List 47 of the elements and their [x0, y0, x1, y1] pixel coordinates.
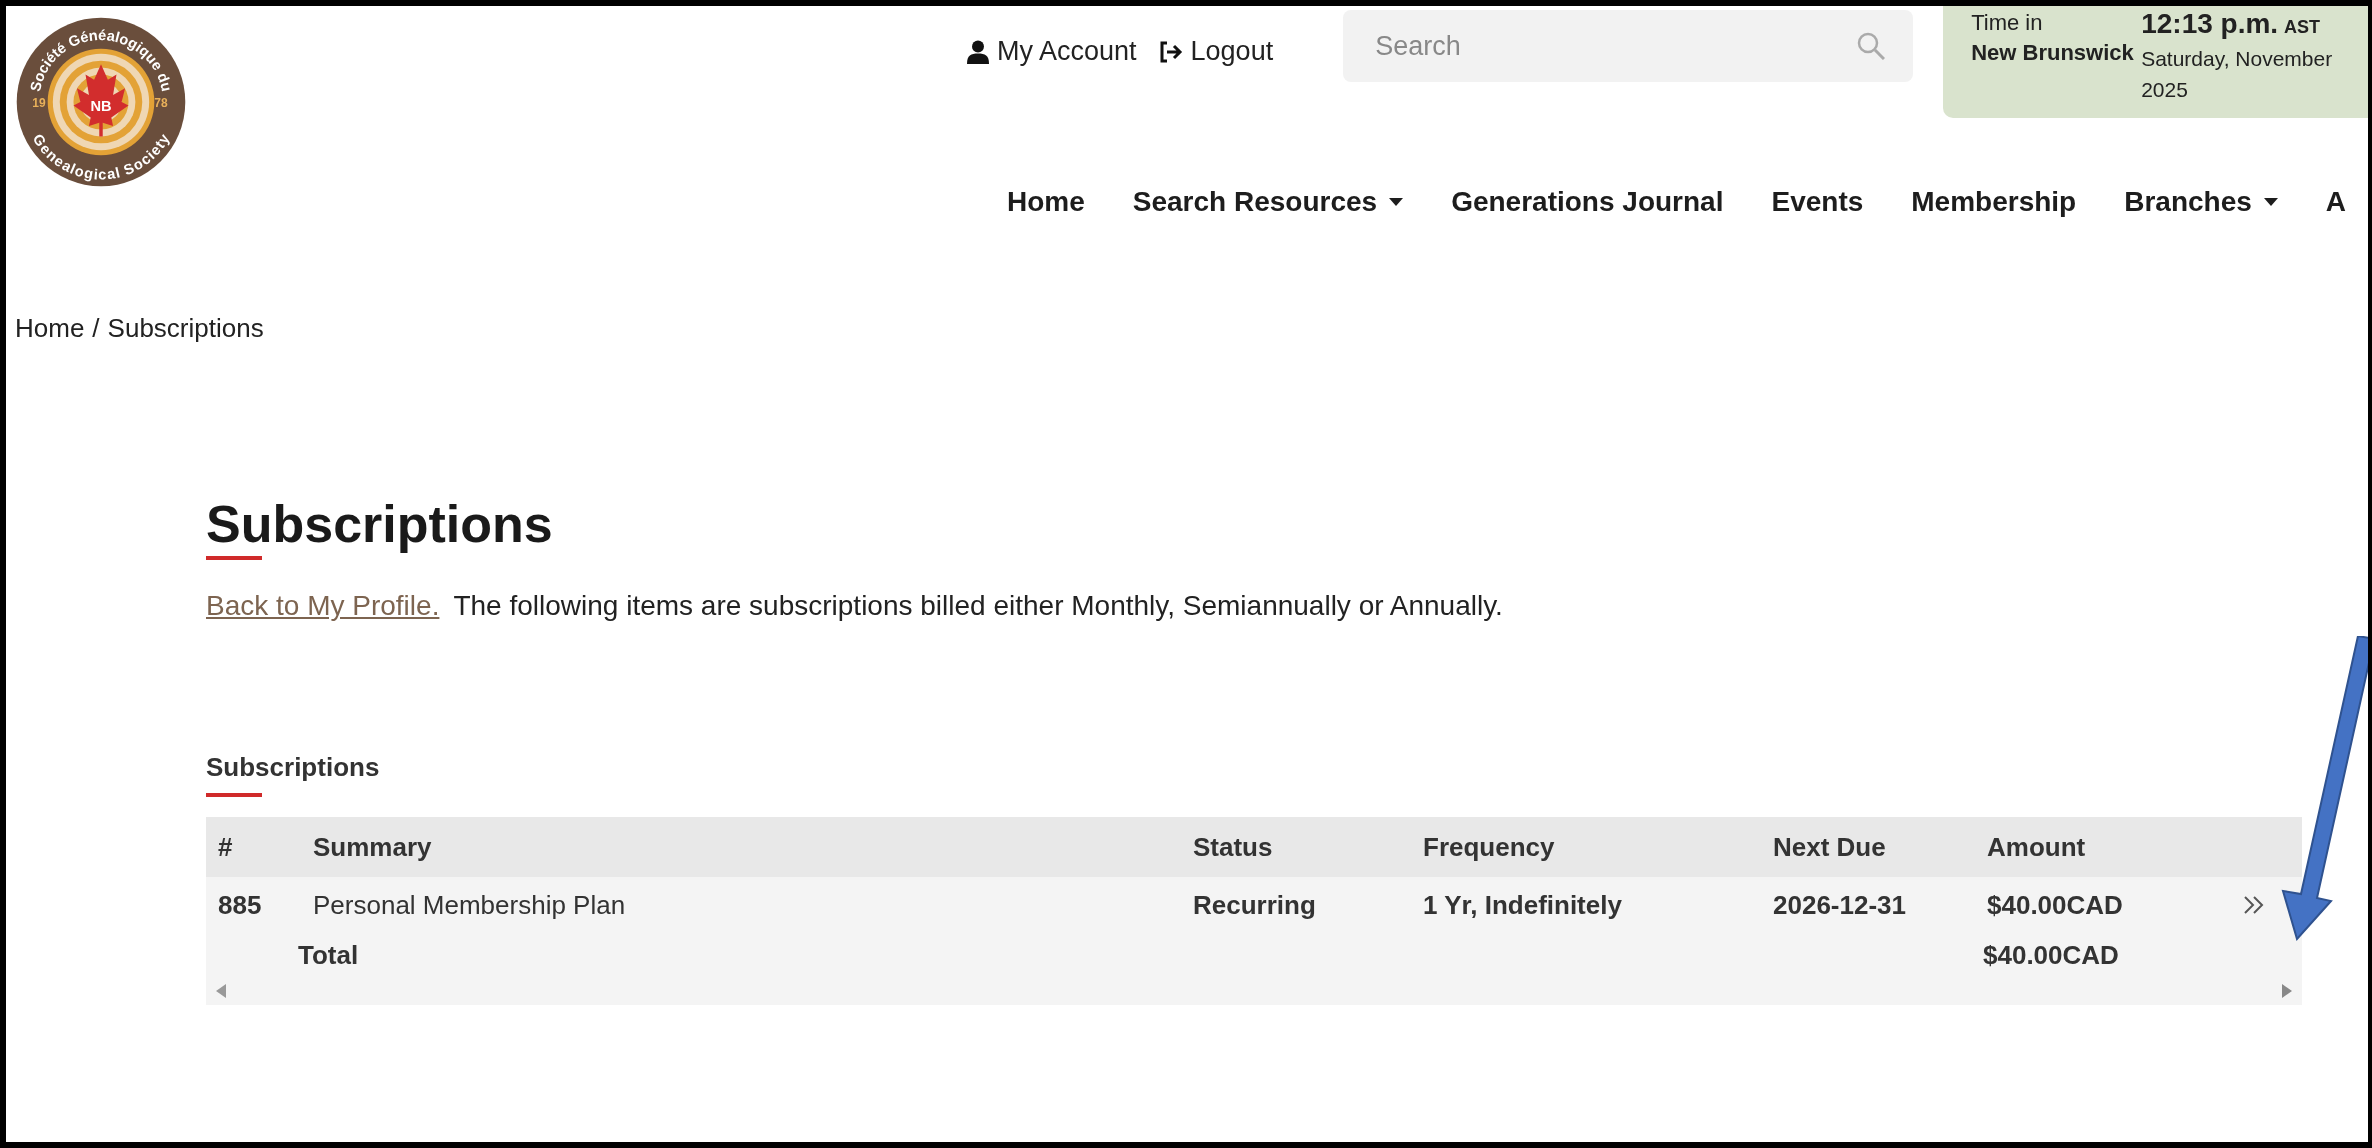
breadcrumb-current: Subscriptions: [107, 313, 264, 344]
logout-link[interactable]: Logout: [1158, 36, 1274, 67]
clock-label: Time in: [1971, 9, 2044, 37]
clock-zone: AST: [2284, 17, 2321, 37]
clock-time: 12:13 p.m.: [2141, 8, 2279, 39]
intro-text: The following items are subscriptions billed either Monthly, Semiannually or Annually.: [453, 590, 1503, 622]
total-amount: $40.00CAD: [1983, 938, 2120, 972]
table-cell-text: 885: [217, 888, 263, 922]
column-header: Status: [1193, 830, 1274, 864]
column-header: #: [217, 830, 234, 864]
person-icon: [967, 39, 989, 64]
nav-link[interactable]: Search Resources: [1132, 186, 1404, 218]
search-icon: [1857, 32, 1886, 60]
clock-region: New Brunswick: [1971, 39, 2135, 67]
column-header: Next Due: [1773, 830, 1887, 864]
logo-badge-text: NB: [90, 98, 112, 115]
total-label: Total: [298, 938, 360, 972]
table-cell-text: 1 Yr, Indefinitely: [1423, 888, 1623, 922]
chevrons-right-icon[interactable]: [2243, 895, 2265, 915]
search-input[interactable]: Search: [1373, 29, 1858, 63]
nav-link[interactable]: A: [2325, 186, 2347, 218]
logo-year: 78: [154, 96, 168, 111]
nav-link[interactable]: Home: [1007, 186, 1085, 218]
column-header: Amount: [1986, 830, 2087, 864]
table-cell-text: 2026-12-31: [1773, 888, 1907, 922]
nav-link[interactable]: Branches: [2124, 186, 2278, 218]
page-title: Subscriptions: [206, 494, 553, 554]
scroll-right-icon[interactable]: [2282, 984, 2292, 998]
section-title: Subscriptions: [206, 752, 381, 783]
scroll-left-icon[interactable]: [216, 984, 226, 998]
table-cell-text: Personal Membership Plan: [312, 888, 627, 922]
back-link[interactable]: Back to My Profile.: [206, 590, 440, 622]
account-link[interactable]: My Account: [967, 36, 1137, 67]
logout-icon: [1158, 40, 1183, 63]
column-header: Frequency: [1423, 830, 1556, 864]
clock-date: Saturday, November: [2141, 46, 2333, 72]
nav-link[interactable]: Events: [1771, 186, 1864, 218]
column-header: Summary: [312, 830, 433, 864]
nav-link[interactable]: Membership: [1911, 186, 2077, 218]
logo-year: 19: [32, 96, 46, 111]
breadcrumb-link[interactable]: Home: [15, 313, 85, 344]
table-cell-text: $40.00CAD: [1986, 888, 2124, 922]
breadcrumb-separator: /: [92, 313, 100, 344]
nav-link[interactable]: Generations Journal: [1451, 186, 1724, 218]
table-cell-text: Recurring: [1193, 888, 1317, 922]
search-field[interactable]: Search: [1343, 10, 1914, 82]
clock-year: 2025: [2141, 77, 2189, 103]
